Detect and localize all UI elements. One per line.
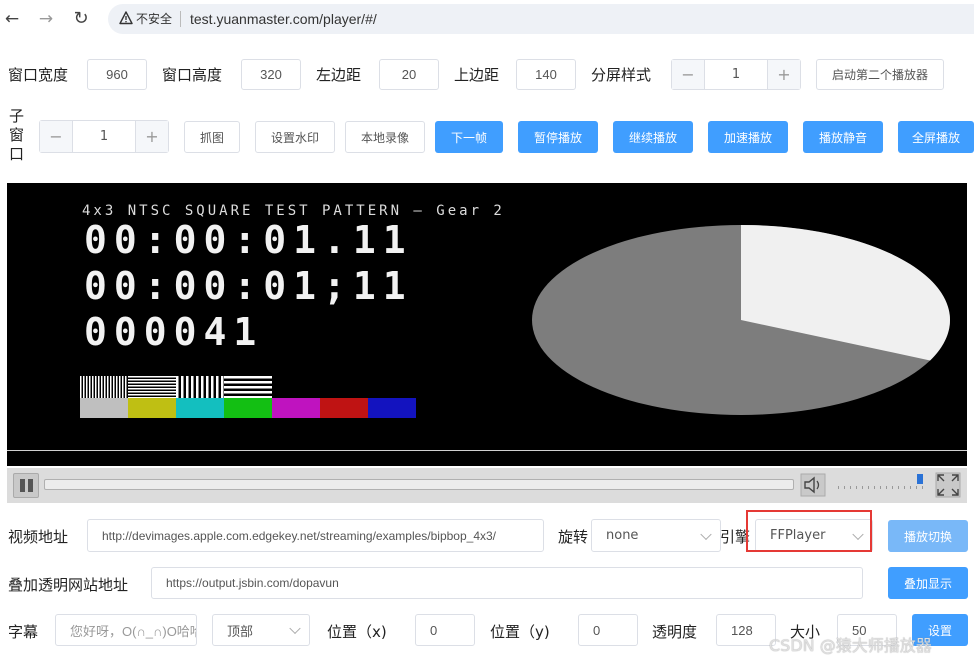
arrow-left-icon[interactable]: ← (2, 9, 22, 29)
color-bar-1 (80, 398, 128, 418)
subtitle-position-value: 顶部 (227, 624, 254, 640)
overlay-show-button[interactable]: 叠加显示 (888, 567, 968, 599)
snapshot-button[interactable]: 抓图 (184, 121, 240, 153)
mute-play-button[interactable]: 播放静音 (803, 121, 883, 153)
window-width-label: 窗口宽度 (8, 66, 69, 84)
switch-play-button[interactable]: 播放切换 (888, 520, 968, 552)
local-record-button[interactable]: 本地录像 (345, 121, 425, 153)
split-style-stepper: − 1 + (671, 59, 801, 90)
rotate-select[interactable]: none (591, 519, 721, 552)
timecode-2: 00:00:01;11 (84, 264, 413, 308)
color-bar-2 (128, 398, 176, 418)
chevron-down-icon (700, 528, 712, 540)
url-text[interactable]: test.yuanmaster.com/player/#/ (190, 10, 377, 28)
test-pattern-pie (532, 225, 950, 415)
left-margin-label: 左边距 (316, 66, 362, 84)
highlight-box (746, 510, 872, 552)
color-bars (80, 398, 416, 418)
position-y-label: 位置（y) (490, 623, 550, 641)
position-x-input[interactable]: 0 (415, 614, 475, 646)
top-margin-label: 上边距 (454, 66, 500, 84)
decrement-button[interactable]: − (672, 60, 705, 89)
resume-play-button[interactable]: 继续播放 (613, 121, 693, 153)
warning-icon (119, 11, 133, 25)
fullscreen-play-button[interactable]: 全屏播放 (898, 121, 974, 153)
reload-icon[interactable]: ↻ (71, 9, 91, 29)
increment-button[interactable]: + (767, 60, 800, 89)
volume-slider[interactable] (834, 472, 926, 494)
video-divider (7, 450, 967, 451)
overlay-url-label: 叠加透明网站地址 (8, 576, 129, 594)
color-bar-4 (224, 398, 272, 418)
color-bar-5 (272, 398, 320, 418)
csdn-watermark: CSDN @猿大师播放器 (769, 636, 932, 655)
pause-icon[interactable] (13, 473, 39, 498)
rotate-label: 旋转 (558, 528, 589, 546)
position-y-input[interactable]: 0 (578, 614, 638, 646)
start-second-player-button[interactable]: 启动第二个播放器 (816, 59, 944, 90)
increment-button[interactable]: + (135, 121, 168, 152)
subtitle-label: 字幕 (8, 623, 39, 641)
next-frame-button[interactable]: 下一帧 (435, 121, 503, 153)
left-margin-input[interactable]: 20 (379, 59, 439, 90)
split-style-label: 分屏样式 (591, 66, 652, 84)
insecure-label[interactable]: 不安全 (136, 11, 172, 27)
fullscreen-icon[interactable] (935, 472, 961, 498)
opacity-input[interactable]: 128 (716, 614, 776, 646)
set-watermark-button[interactable]: 设置水印 (255, 121, 335, 153)
pause-play-button[interactable]: 暂停播放 (518, 121, 598, 153)
position-x-label: 位置（x) (327, 623, 387, 641)
test-pattern-lines (80, 376, 272, 398)
chevron-down-icon (289, 622, 301, 635)
speed-up-button[interactable]: 加速播放 (708, 121, 788, 153)
subtitle-position-select[interactable]: 顶部 (212, 614, 310, 646)
window-height-input[interactable]: 320 (241, 59, 301, 90)
frame-counter: 000041 (84, 310, 264, 354)
top-margin-input[interactable]: 140 (516, 59, 576, 90)
rotate-value: none (606, 528, 639, 543)
window-height-label: 窗口高度 (162, 66, 223, 84)
video-url-input[interactable]: http://devimages.apple.com.edgekey.net/s… (87, 519, 544, 552)
volume-icon[interactable] (800, 473, 826, 497)
color-bar-3 (176, 398, 224, 418)
test-pattern-title: 4x3 NTSC SQUARE TEST PATTERN — Gear 2 (82, 203, 505, 219)
opacity-label: 透明度 (652, 623, 698, 641)
decrement-button[interactable]: − (40, 121, 73, 152)
overlay-url-input[interactable]: https://output.jsbin.com/dopavun (151, 567, 863, 599)
subwindow-value[interactable]: 1 (73, 121, 135, 152)
divider (180, 11, 181, 27)
arrow-right-icon[interactable]: → (36, 9, 56, 29)
video-url-label: 视频地址 (8, 528, 69, 546)
subwindow-stepper: − 1 + (39, 120, 169, 153)
window-width-input[interactable]: 960 (87, 59, 147, 90)
color-bar-6 (320, 398, 368, 418)
subwindow-label: 子 窗 口 (9, 107, 25, 163)
split-style-value[interactable]: 1 (705, 60, 767, 89)
progress-slider[interactable] (44, 479, 794, 490)
timecode-1: 00:00:01.11 (84, 218, 413, 262)
subtitle-input[interactable]: 您好呀，O(∩_∩)O哈哈~ (55, 614, 197, 646)
color-bar-7 (368, 398, 416, 418)
